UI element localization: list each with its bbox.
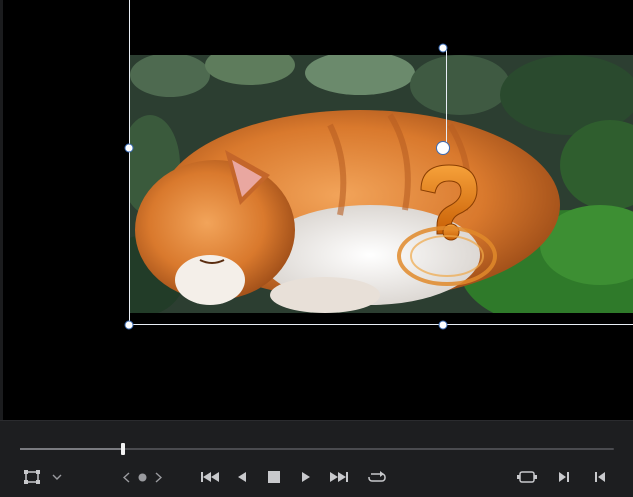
rotation-stem xyxy=(446,48,447,148)
keyframe-dot-icon[interactable] xyxy=(135,465,149,489)
skip-to-start-icon[interactable] xyxy=(198,465,222,489)
resize-handle-bottom-left[interactable] xyxy=(124,320,134,330)
skip-to-end-icon[interactable] xyxy=(326,465,352,489)
rotation-handle[interactable] xyxy=(438,43,448,53)
mark-out-icon[interactable] xyxy=(590,465,610,489)
scrubber-played-range xyxy=(20,448,124,450)
chevron-left-icon[interactable] xyxy=(119,465,133,489)
loop-icon[interactable] xyxy=(364,465,390,489)
mark-in-icon[interactable] xyxy=(554,465,574,489)
video-viewer[interactable] xyxy=(3,0,633,420)
resize-handle-left[interactable] xyxy=(124,143,134,153)
transform-box-icon[interactable] xyxy=(20,465,44,489)
step-back-icon[interactable] xyxy=(232,465,252,489)
chevron-down-icon[interactable] xyxy=(50,465,64,489)
video-frame-image xyxy=(130,55,633,313)
playback-controls xyxy=(0,420,633,497)
play-icon[interactable] xyxy=(296,465,316,489)
stop-icon[interactable] xyxy=(264,465,284,489)
question-mark-ring-icon[interactable] xyxy=(391,160,501,294)
match-frame-icon[interactable] xyxy=(514,465,540,489)
chevron-right-icon[interactable] xyxy=(151,465,165,489)
anchor-point-handle[interactable] xyxy=(436,141,450,155)
resize-handle-bottom[interactable] xyxy=(438,320,448,330)
timeline-scrubber[interactable] xyxy=(20,448,614,450)
playhead[interactable] xyxy=(121,443,126,455)
